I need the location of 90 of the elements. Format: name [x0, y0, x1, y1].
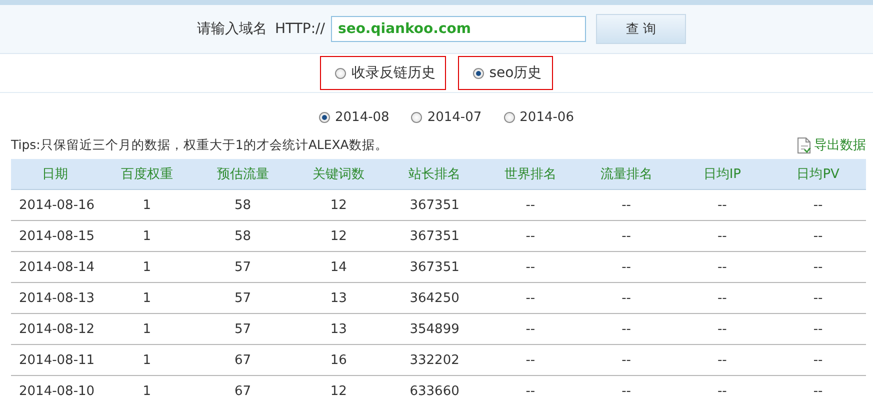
table-cell: --: [770, 345, 866, 376]
table-cell: 367351: [386, 221, 482, 252]
table-cell: --: [674, 252, 770, 283]
table-cell: --: [578, 283, 674, 314]
table-cell: 367351: [386, 252, 482, 283]
history-type-option[interactable]: seo历史: [458, 56, 553, 90]
table-cell: 2014-08-14: [11, 252, 99, 283]
table-cell: 2014-08-10: [11, 376, 99, 405]
table-cell: --: [578, 221, 674, 252]
table-cell: --: [578, 190, 674, 221]
table-cell: --: [674, 376, 770, 405]
table-cell: 12: [290, 221, 387, 252]
table-cell: 2014-08-11: [11, 345, 99, 376]
table-cell: 67: [194, 376, 291, 405]
option-label: 收录反链历史: [351, 64, 436, 82]
table-cell: 2014-08-15: [11, 221, 99, 252]
table-cell: --: [770, 190, 866, 221]
table-cell: --: [770, 221, 866, 252]
domain-label: 请输入域名: [197, 20, 267, 38]
table-cell: 16: [290, 345, 387, 376]
table-cell: 12: [290, 376, 387, 405]
table-cell: 12: [290, 190, 387, 221]
table-cell: --: [770, 283, 866, 314]
table-cell: --: [578, 376, 674, 405]
radio-icon[interactable]: [319, 112, 330, 123]
radio-icon[interactable]: [335, 68, 346, 78]
table-cell: 58: [194, 221, 291, 252]
table-cell: --: [674, 314, 770, 345]
table-cell: 2014-08-13: [11, 283, 99, 314]
period-label: 2014-06: [520, 110, 574, 125]
table-cell: --: [674, 283, 770, 314]
table-cell: --: [674, 345, 770, 376]
radio-icon[interactable]: [473, 68, 484, 78]
table-cell: 57: [194, 314, 291, 345]
column-header: 日均PV: [770, 159, 866, 190]
table-cell: 1: [99, 314, 195, 345]
table-cell: 13: [290, 314, 387, 345]
http-prefix: HTTP://: [275, 21, 325, 37]
table-cell: 1: [99, 190, 195, 221]
table-cell: --: [578, 314, 674, 345]
column-header: 关键词数: [290, 159, 387, 190]
table-cell: --: [770, 376, 866, 405]
table-cell: --: [482, 345, 578, 376]
table-cell: 13: [290, 283, 387, 314]
column-header: 日均IP: [674, 159, 770, 190]
table-cell: 1: [99, 376, 195, 405]
table-cell: --: [770, 314, 866, 345]
table-cell: 2014-08-16: [11, 190, 99, 221]
table-cell: 58: [194, 190, 291, 221]
column-header: 世界排名: [482, 159, 578, 190]
table-cell: --: [674, 221, 770, 252]
table-cell: --: [770, 252, 866, 283]
table-cell: 1: [99, 252, 195, 283]
column-header: 流量排名: [578, 159, 674, 190]
table-cell: --: [578, 252, 674, 283]
period-label: 2014-08: [335, 110, 390, 125]
table-cell: 354899: [386, 314, 482, 345]
table-cell: --: [674, 190, 770, 221]
table-cell: 1: [99, 221, 195, 252]
table-cell: 57: [194, 283, 291, 314]
table-cell: --: [482, 283, 578, 314]
table-cell: --: [482, 252, 578, 283]
table-cell: 1: [99, 283, 195, 314]
column-header: 日期: [11, 159, 99, 190]
table-cell: --: [578, 345, 674, 376]
table-cell: 67: [194, 345, 291, 376]
history-type-option[interactable]: 收录反链历史: [320, 56, 446, 90]
column-header: 百度权重: [99, 159, 195, 190]
table-cell: --: [482, 314, 578, 345]
column-header: 站长排名: [386, 159, 482, 190]
table-cell: 332202: [386, 345, 482, 376]
table-cell: --: [482, 190, 578, 221]
table-cell: 2014-08-12: [11, 314, 99, 345]
table-cell: 57: [194, 252, 291, 283]
radio-icon[interactable]: [411, 112, 422, 123]
query-button[interactable]: 查 询: [596, 14, 686, 44]
table-cell: 1: [99, 345, 195, 376]
radio-icon[interactable]: [504, 112, 515, 123]
option-label: seo历史: [489, 64, 542, 82]
table-cell: 14: [290, 252, 387, 283]
document-icon: [796, 136, 812, 154]
table-cell: --: [482, 221, 578, 252]
export-link[interactable]: 导出数据: [796, 136, 866, 154]
table-cell: --: [482, 376, 578, 405]
table-cell: 633660: [386, 376, 482, 405]
table-cell: 367351: [386, 190, 482, 221]
tips-text: Tips:只保留近三个月的数据，权重大于1的才会统计ALEXA数据。: [11, 136, 388, 154]
column-header: 预估流量: [194, 159, 291, 190]
table-cell: 364250: [386, 283, 482, 314]
period-label: 2014-07: [427, 110, 482, 125]
